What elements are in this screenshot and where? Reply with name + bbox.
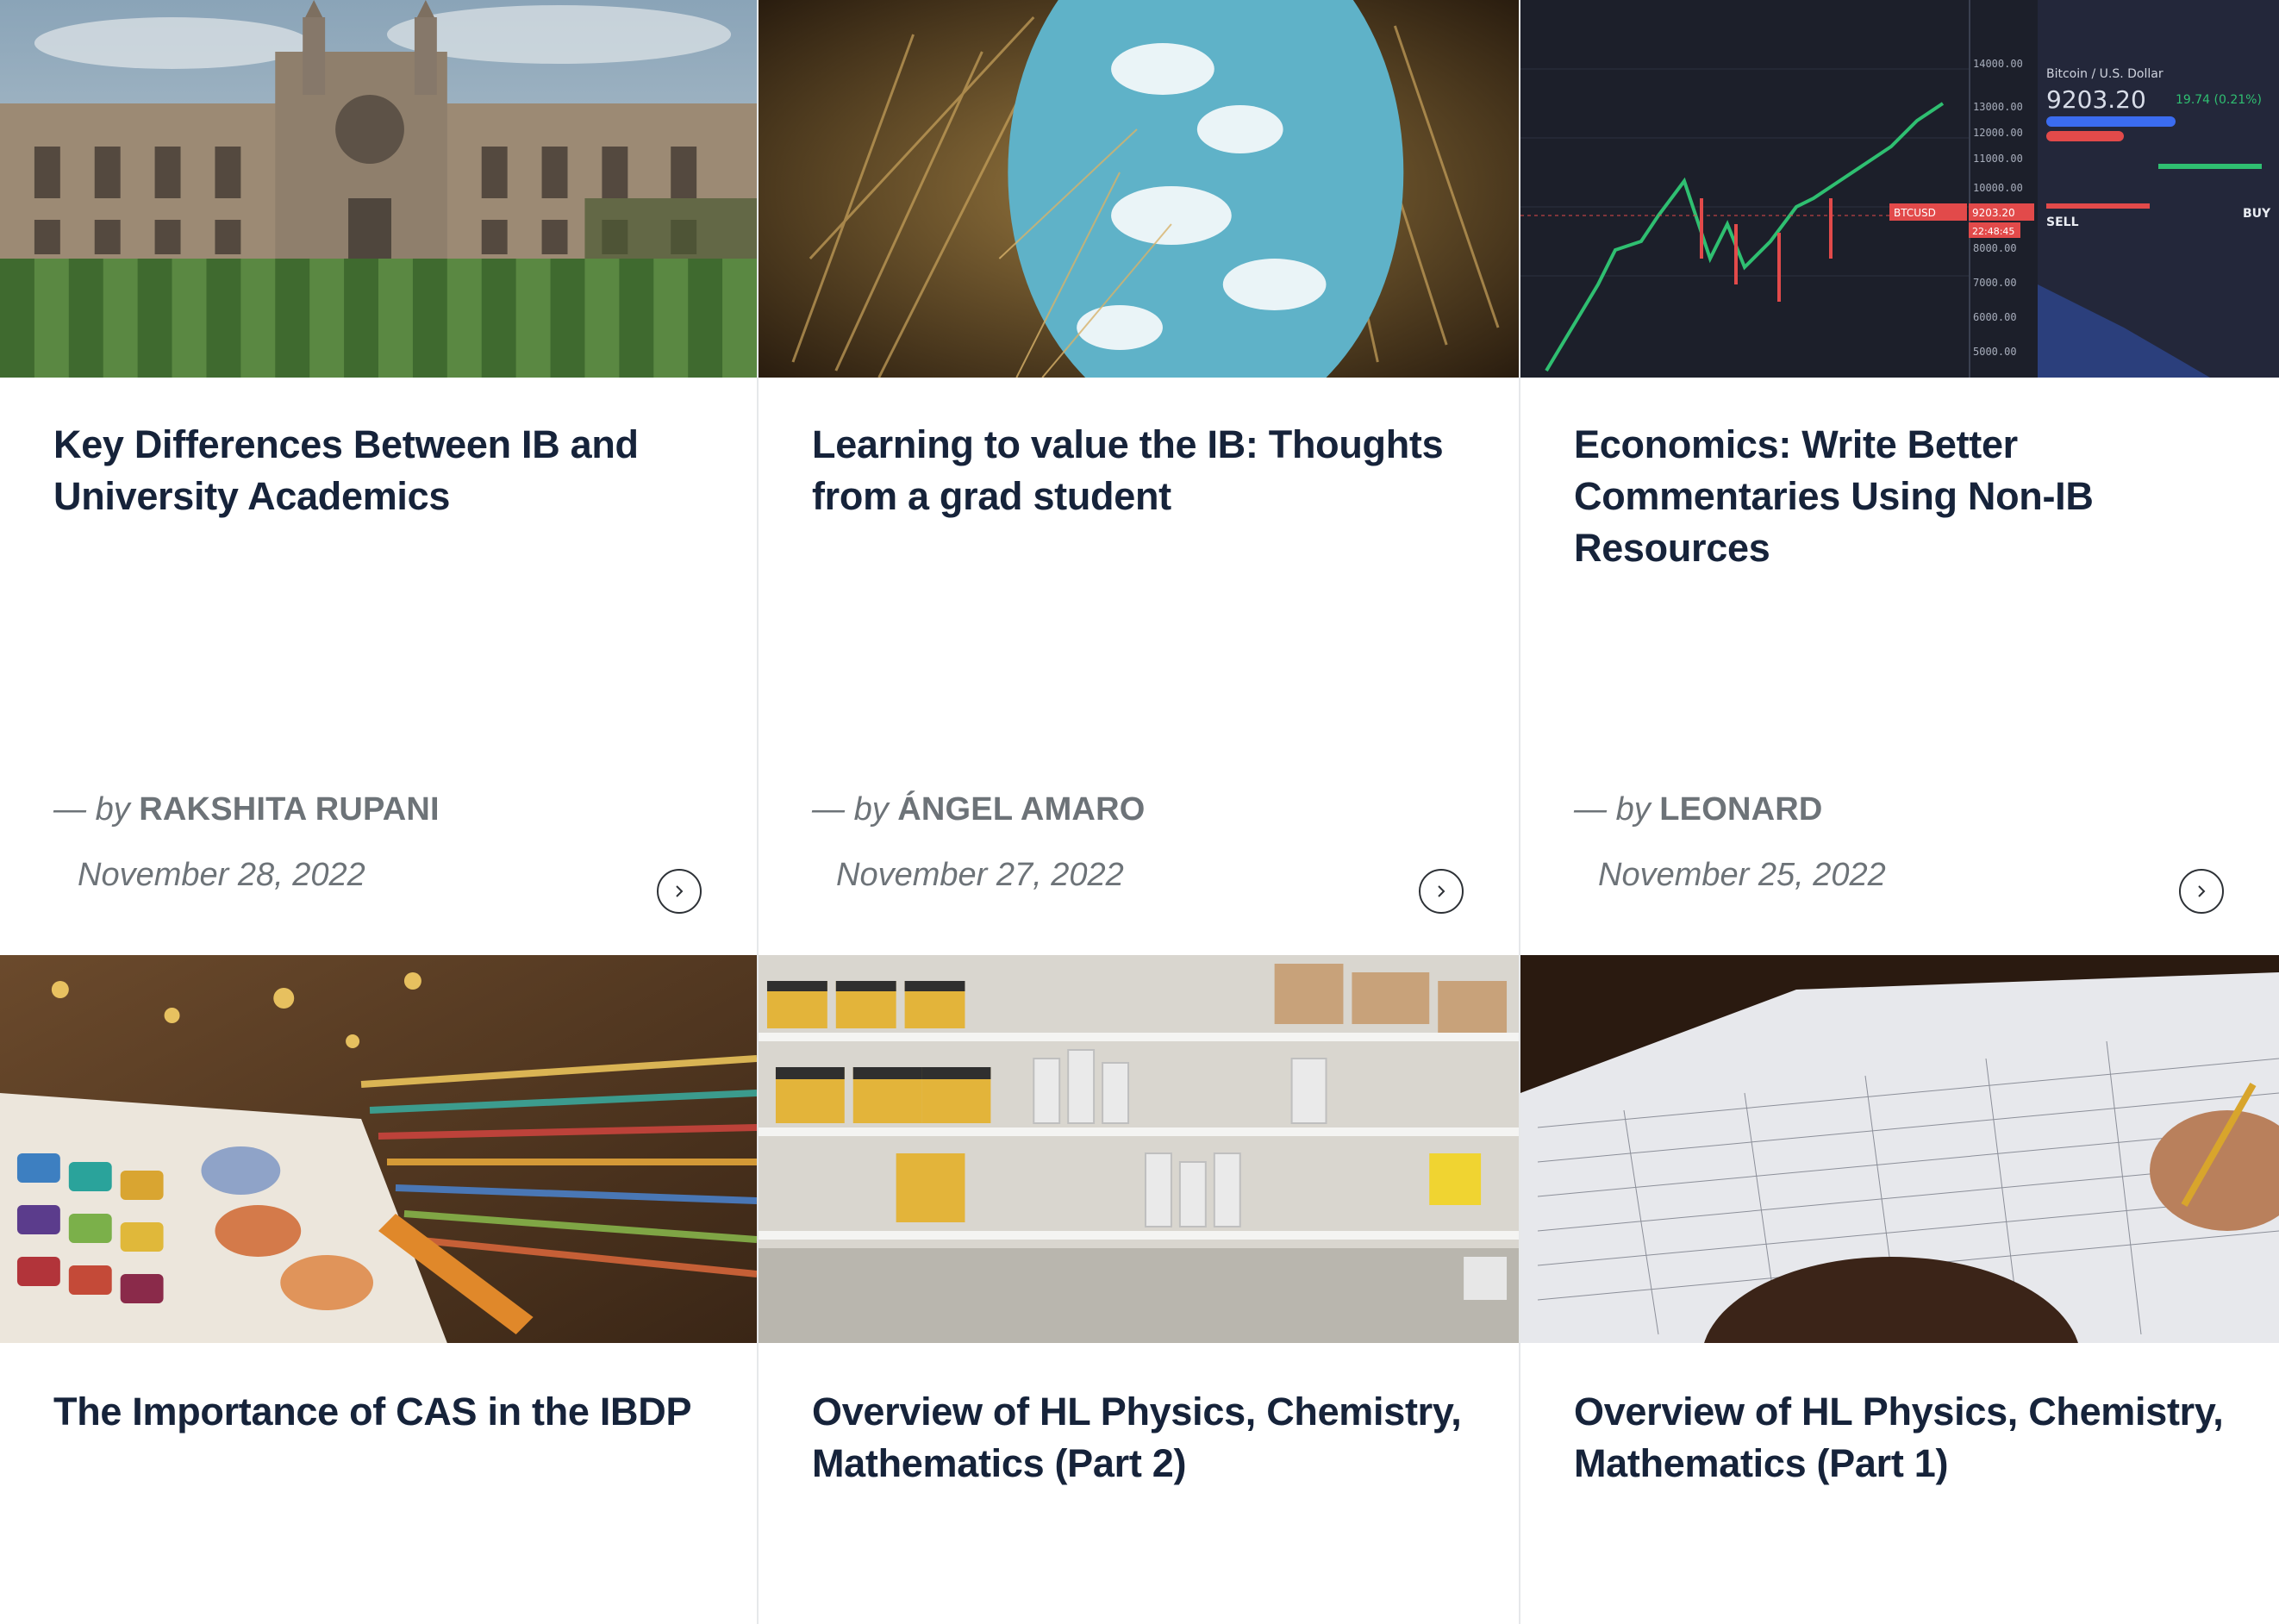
svg-text:13000.00: 13000.00 [1973,101,2023,113]
read-more-button[interactable] [1419,869,1464,914]
read-more-button[interactable] [2179,869,2224,914]
post-thumbnail[interactable]: 14000.00 13000.00 12000.00 11000.00 1000… [1520,0,2279,378]
svg-text:19.74 (0.21%): 19.74 (0.21%) [2176,93,2262,107]
post-author[interactable]: Leonard [1659,791,1822,828]
svg-text:6000.00: 6000.00 [1973,311,2017,323]
svg-text:Bitcoin / U.S. Dollar: Bitcoin / U.S. Dollar [2046,67,2163,81]
post-thumbnail[interactable] [0,0,757,378]
bitcoin-trading-chart-image: 14000.00 13000.00 12000.00 11000.00 1000… [1520,0,2279,378]
post-byline: — by Rakshita Rupani [53,791,440,828]
post-title[interactable]: Key Differences Between IB and Universit… [53,419,705,522]
post-title[interactable]: Overview of HL Physics, Chemistry, Mathe… [1574,1386,2227,1490]
post-thumbnail[interactable] [1520,955,2279,1343]
chevron-right-icon [676,885,684,897]
chevron-right-icon [1438,885,1445,897]
post-card[interactable]: Key Differences Between IB and Universit… [0,0,759,955]
post-card[interactable]: Learning to value the IB: Thoughts from … [759,0,1520,955]
read-more-button[interactable] [657,869,702,914]
post-author[interactable]: Rakshita Rupani [139,791,440,828]
post-byline: — by Leonard [1574,791,1823,828]
svg-text:14000.00: 14000.00 [1973,58,2023,70]
svg-text:8000.00: 8000.00 [1973,242,2017,254]
post-date: November 28, 2022 [78,857,365,893]
svg-text:10000.00: 10000.00 [1973,182,2023,194]
laboratory-shelves-image [759,955,1519,1343]
svg-text:7000.00: 7000.00 [1973,277,2017,289]
post-thumbnail[interactable] [0,955,757,1343]
svg-text:12000.00: 12000.00 [1973,127,2023,139]
post-card[interactable]: 14000.00 13000.00 12000.00 11000.00 1000… [1520,0,2279,955]
paint-palette-image [0,955,757,1343]
blog-post-grid: Key Differences Between IB and Universit… [0,0,2279,1624]
post-title[interactable]: Overview of HL Physics, Chemistry, Mathe… [812,1386,1467,1490]
svg-text:BTCUSD: BTCUSD [1894,207,1936,219]
post-title[interactable]: The Importance of CAS in the IBDP [53,1386,705,1438]
post-date: November 25, 2022 [1598,857,1886,893]
post-card[interactable]: The Importance of CAS in the IBDP [0,955,759,1624]
sky-through-grass-image [759,0,1519,378]
post-date: November 27, 2022 [836,857,1124,893]
post-title[interactable]: Learning to value the IB: Thoughts from … [812,419,1467,522]
svg-text:22:48:45: 22:48:45 [1972,226,2014,237]
svg-text:SELL: SELL [2046,215,2079,229]
svg-text:BUY: BUY [2243,207,2271,221]
post-card[interactable]: Overview of HL Physics, Chemistry, Mathe… [1520,955,2279,1624]
svg-text:11000.00: 11000.00 [1973,153,2023,165]
gothic-college-image [0,0,757,378]
post-byline: — by Ángel Amaro [812,791,1146,828]
post-title[interactable]: Economics: Write Better Commentaries Usi… [1574,419,2227,574]
post-thumbnail[interactable] [759,0,1519,378]
svg-text:9203.20: 9203.20 [1972,207,2015,219]
student-writing-worksheet-image [1520,955,2279,1343]
chevron-right-icon [2198,885,2206,897]
post-author[interactable]: Ángel Amaro [897,791,1145,828]
post-thumbnail[interactable] [759,955,1519,1343]
post-card[interactable]: Overview of HL Physics, Chemistry, Mathe… [759,955,1520,1624]
svg-text:5000.00: 5000.00 [1973,346,2017,358]
svg-text:9203.20: 9203.20 [2046,85,2146,114]
